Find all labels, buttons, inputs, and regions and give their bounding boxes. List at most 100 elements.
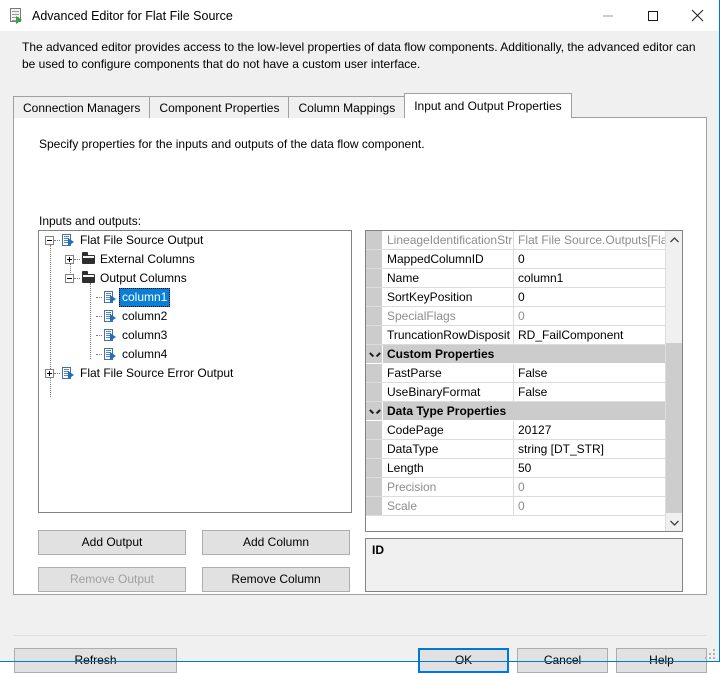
property-value[interactable]: 20127 [514,421,665,439]
property-group-header[interactable]: Data Type Properties [366,402,665,421]
collapse-icon[interactable] [45,236,54,245]
maximize-button[interactable] [630,0,675,31]
property-value[interactable]: string [DT_STR] [514,440,665,458]
tab-input-and-output-properties[interactable]: Input and Output Properties [404,93,572,118]
expand-icon[interactable] [65,255,74,264]
tab-strip: Connection Managers Component Properties… [13,93,707,118]
tree-node-label: column2 [122,309,168,323]
collapse-icon[interactable] [65,274,74,283]
chevron-down-icon[interactable] [370,351,377,358]
property-value[interactable]: Flat File Source.Outputs[Flat [514,231,665,249]
property-grid-scrollbar[interactable] [665,231,682,531]
property-row[interactable]: Length 50 [366,459,665,478]
resize-grip[interactable] [705,647,717,659]
dialog-description: The advanced editor provides access to t… [22,40,696,71]
close-button[interactable] [675,0,720,31]
property-grid-rows: LineageIdentificationStr Flat File Sourc… [366,231,665,531]
property-value[interactable]: 0 [514,497,665,515]
remove-output-button: Remove Output [38,567,186,592]
tree-node-flat-file-source-error-output[interactable]: Flat File Source Error Output [39,364,351,383]
property-value[interactable]: False [514,383,665,401]
property-value[interactable]: column1 [514,269,665,287]
property-row[interactable]: UseBinaryFormat False [366,383,665,402]
property-name: UseBinaryFormat [383,383,514,401]
property-grid[interactable]: LineageIdentificationStr Flat File Sourc… [365,230,683,532]
property-description-title: ID [372,543,384,557]
property-name: SortKeyPosition [383,288,514,306]
property-row[interactable]: TruncationRowDisposit RD_FailComponent [366,326,665,345]
property-value[interactable]: 0 [514,478,665,496]
window-controls [585,0,720,31]
property-row[interactable]: Precision 0 [366,478,665,497]
column-icon [103,288,119,307]
tab-connection-managers[interactable]: Connection Managers [13,96,151,118]
expand-icon[interactable] [45,369,54,378]
inputs-outputs-label: Inputs and outputs: [39,214,142,228]
tree-node-output-columns[interactable]: Output Columns [39,269,351,288]
tree-node-label: Flat File Source Error Output [80,366,234,380]
dialog-body: The advanced editor provides access to t… [0,31,720,673]
tab-column-mappings[interactable]: Column Mappings [288,96,406,118]
property-value[interactable]: False [514,364,665,382]
folder-icon [81,250,97,269]
scrollbar-thumb[interactable] [666,343,682,513]
window-title: Advanced Editor for Flat File Source [32,8,233,23]
add-output-button[interactable]: Add Output [38,530,186,555]
property-name: MappedColumnID [383,250,514,268]
property-group-label: Data Type Properties [387,404,507,418]
property-row[interactable]: Scale 0 [366,497,665,516]
column-icon [103,345,119,364]
property-name: FastParse [383,364,514,382]
property-row[interactable]: DataType string [DT_STR] [366,440,665,459]
property-name: Precision [383,478,514,496]
panel-instruction: Specify properties for the inputs and ou… [39,137,425,151]
property-row[interactable]: SortKeyPosition 0 [366,288,665,307]
scroll-down-icon[interactable] [666,514,682,531]
tab-component-properties[interactable]: Component Properties [149,96,290,118]
column-icon [103,307,119,326]
tree-node-column1[interactable]: column1 [39,288,351,307]
property-value[interactable]: 0 [514,288,665,306]
property-row[interactable]: LineageIdentificationStr Flat File Sourc… [366,231,665,250]
property-description-box: ID [365,538,683,592]
property-row[interactable]: CodePage 20127 [366,421,665,440]
property-name: DataType [383,440,514,458]
remove-column-button[interactable]: Remove Column [202,567,350,592]
tree-node-label: column1 [119,288,171,307]
tree-node-label: column3 [122,328,168,342]
minimize-button[interactable] [585,0,630,31]
property-group-header[interactable]: Custom Properties [366,345,665,364]
inputs-outputs-tree[interactable]: Flat File Source Output External Columns… [38,230,352,513]
property-value[interactable]: 0 [514,307,665,325]
property-row[interactable]: SpecialFlags 0 [366,307,665,326]
property-name: SpecialFlags [383,307,514,325]
property-name: Length [383,459,514,477]
property-name: Scale [383,497,514,515]
property-name: Name [383,269,514,287]
tree-node-column3[interactable]: column3 [39,326,351,345]
tree-node-label: External Columns [100,252,195,266]
property-value[interactable]: 50 [514,459,665,477]
property-row[interactable]: MappedColumnID 0 [366,250,665,269]
tree-node-external-columns[interactable]: External Columns [39,250,351,269]
column-icon [103,326,119,345]
property-value[interactable]: RD_FailComponent [514,326,665,344]
chevron-down-icon[interactable] [370,408,377,415]
output-icon [61,231,77,250]
tree-node-label: column4 [122,347,168,361]
tree-node-label: Flat File Source Output [80,233,204,247]
property-row[interactable]: Name column1 [366,269,665,288]
property-value[interactable]: 0 [514,250,665,268]
add-column-button[interactable]: Add Column [202,530,350,555]
scroll-up-icon[interactable] [666,231,682,248]
folder-icon [81,269,97,288]
property-group-label: Custom Properties [387,347,495,361]
property-name: TruncationRowDisposit [383,326,514,344]
tab-panel: Specify properties for the inputs and ou… [13,117,707,595]
tree-node-column2[interactable]: column2 [39,307,351,326]
tree-node-column4[interactable]: column4 [39,345,351,364]
property-name: CodePage [383,421,514,439]
property-row[interactable]: FastParse False [366,364,665,383]
tree-node-flat-file-source-output[interactable]: Flat File Source Output [39,231,351,250]
footer-separator [13,635,707,636]
